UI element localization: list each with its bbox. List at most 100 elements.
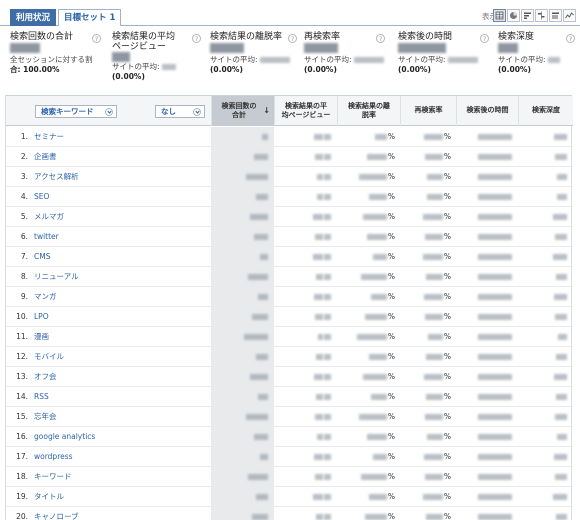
- row-number: 10.: [16, 312, 28, 321]
- cell-avg-pageviews: [315, 407, 332, 427]
- cell-time-after-search: [478, 507, 513, 520]
- cell-avg-pageviews: [317, 167, 332, 187]
- help-icon[interactable]: ?: [376, 34, 385, 43]
- performance-view-icon[interactable]: [521, 9, 534, 22]
- keyword-link[interactable]: セミナー: [34, 127, 64, 147]
- table-row: 19. タイトル%%: [6, 487, 573, 507]
- cell-refinement-rate: %: [424, 467, 451, 487]
- keyword-link[interactable]: オフ会: [34, 367, 57, 387]
- column-header-exit-rate[interactable]: 検索結果の離 脱率: [337, 96, 400, 126]
- help-icon[interactable]: ?: [480, 34, 489, 43]
- keyword-link[interactable]: メルマガ: [34, 207, 64, 227]
- column-header-total-searches[interactable]: 検索回数の 合計 ↓: [211, 96, 274, 126]
- cell-total-searches: [256, 487, 269, 507]
- keyword-link[interactable]: SEO: [34, 187, 49, 207]
- keyword-link[interactable]: 漫画: [34, 327, 49, 347]
- pie-view-icon[interactable]: [507, 9, 520, 22]
- cell-search-depth: [553, 207, 568, 227]
- comparison-view-icon[interactable]: [535, 9, 548, 22]
- cell-exit-rate: %: [370, 287, 395, 307]
- cell-exit-rate: %: [368, 487, 395, 507]
- table-row: 11. 漫画%%: [6, 327, 573, 347]
- scorecard-total-searches: 検索回数の合計 全セッションに対する割 合: 100.00%: [10, 32, 105, 92]
- tab-goal-set-1[interactable]: 目標セット 1: [58, 9, 122, 26]
- table-row: 6. twitter%%: [6, 227, 573, 247]
- row-number: 19.: [16, 492, 28, 501]
- cell-total-searches: [246, 407, 269, 427]
- sparkline-view-icon[interactable]: [563, 9, 576, 22]
- table-row: 13. オフ会%%: [6, 367, 573, 387]
- cell-avg-pageviews: [314, 127, 332, 147]
- scorecard-pct: (0.00%): [498, 65, 531, 74]
- column-header-time-after-search[interactable]: 検索後の時間: [456, 96, 518, 126]
- help-icon[interactable]: ?: [92, 34, 101, 43]
- row-number: 20.: [16, 512, 28, 520]
- cell-time-after-search: [478, 287, 513, 307]
- help-icon[interactable]: ?: [288, 34, 297, 43]
- row-number: 7.: [20, 252, 28, 261]
- cell-search-depth: [555, 307, 568, 327]
- pivot-view-icon[interactable]: [549, 9, 562, 22]
- keyword-link[interactable]: LPO: [34, 307, 49, 327]
- help-icon[interactable]: ?: [192, 34, 201, 43]
- scorecard-sub: サイトの平均:: [398, 55, 493, 65]
- cell-time-after-search: [478, 207, 513, 227]
- keyword-link[interactable]: タイトル: [34, 487, 64, 507]
- scorecard-row: 検索回数の合計 全セッションに対する割 合: 100.00% ? 検索結果の平均…: [0, 32, 580, 94]
- cell-time-after-search: [478, 367, 513, 387]
- keyword-link[interactable]: CMS: [34, 247, 50, 267]
- scorecard-value: [10, 43, 40, 53]
- scorecard-title: 検索回数の合計: [10, 32, 74, 42]
- cell-time-after-search: [478, 187, 513, 207]
- keyword-link[interactable]: 忘年会: [34, 407, 57, 427]
- row-number: 8.: [20, 272, 28, 281]
- column-header-search-depth[interactable]: 検索深度: [518, 96, 573, 126]
- keyword-link[interactable]: リニューアル: [34, 267, 79, 287]
- keyword-link[interactable]: アクセス解析: [34, 167, 79, 187]
- secondary-dimension-select[interactable]: なし: [155, 105, 205, 118]
- keyword-link[interactable]: wordpress: [34, 447, 73, 467]
- cell-refinement-rate: %: [423, 367, 451, 387]
- cell-exit-rate: %: [360, 467, 395, 487]
- cell-refinement-rate: %: [422, 207, 451, 227]
- row-number: 6.: [20, 232, 28, 241]
- keyword-link[interactable]: twitter: [34, 227, 59, 247]
- table-row: 15. 忘年会%%: [6, 407, 573, 427]
- row-number: 5.: [20, 212, 28, 221]
- keyword-dimension-select[interactable]: 検索キーワード: [35, 105, 117, 118]
- cell-avg-pageviews: [314, 447, 332, 467]
- keyword-link[interactable]: キーワード: [34, 467, 72, 487]
- cell-exit-rate: %: [364, 307, 395, 327]
- help-icon[interactable]: ?: [566, 34, 575, 43]
- column-header-refinement-rate[interactable]: 再検索率: [400, 96, 456, 126]
- keyword-link[interactable]: マンガ: [34, 287, 57, 307]
- cell-avg-pageviews: [314, 367, 332, 387]
- cell-exit-rate: %: [374, 127, 395, 147]
- table-row: 10. LPO%%: [6, 307, 573, 327]
- cell-refinement-rate: %: [425, 507, 451, 520]
- table-view-icon[interactable]: [493, 9, 506, 22]
- scorecard-value: [398, 43, 446, 53]
- keyword-link[interactable]: RSS: [34, 387, 49, 407]
- scorecard-pct: (0.00%): [210, 65, 243, 74]
- cell-total-searches: [254, 147, 269, 167]
- tab-usage[interactable]: 利用状況: [10, 9, 57, 26]
- keyword-link[interactable]: モバイル: [34, 347, 64, 367]
- table-header: 検索キーワード なし 検索回数の 合計 ↓ 検索結果の平 均ページビュー 検索結果…: [6, 96, 573, 126]
- scorecard-title: 検索結果の離脱率: [210, 32, 283, 42]
- cell-refinement-rate: %: [424, 307, 451, 327]
- cell-refinement-rate: %: [426, 187, 451, 207]
- column-header-avg-pageviews[interactable]: 検索結果の平 均ページビュー: [274, 96, 337, 126]
- cell-total-searches: [250, 207, 269, 227]
- cell-search-depth: [555, 467, 568, 487]
- row-number: 15.: [16, 412, 28, 421]
- cell-time-after-search: [478, 347, 513, 367]
- keyword-link[interactable]: キャノローブ: [34, 507, 79, 520]
- cell-search-depth: [556, 387, 568, 407]
- keyword-link[interactable]: 企画書: [34, 147, 57, 167]
- cell-time-after-search: [478, 147, 513, 167]
- cell-refinement-rate: %: [427, 327, 451, 347]
- cell-refinement-rate: %: [424, 227, 451, 247]
- keyword-link[interactable]: google analytics: [34, 427, 95, 447]
- cell-avg-pageviews: [313, 207, 332, 227]
